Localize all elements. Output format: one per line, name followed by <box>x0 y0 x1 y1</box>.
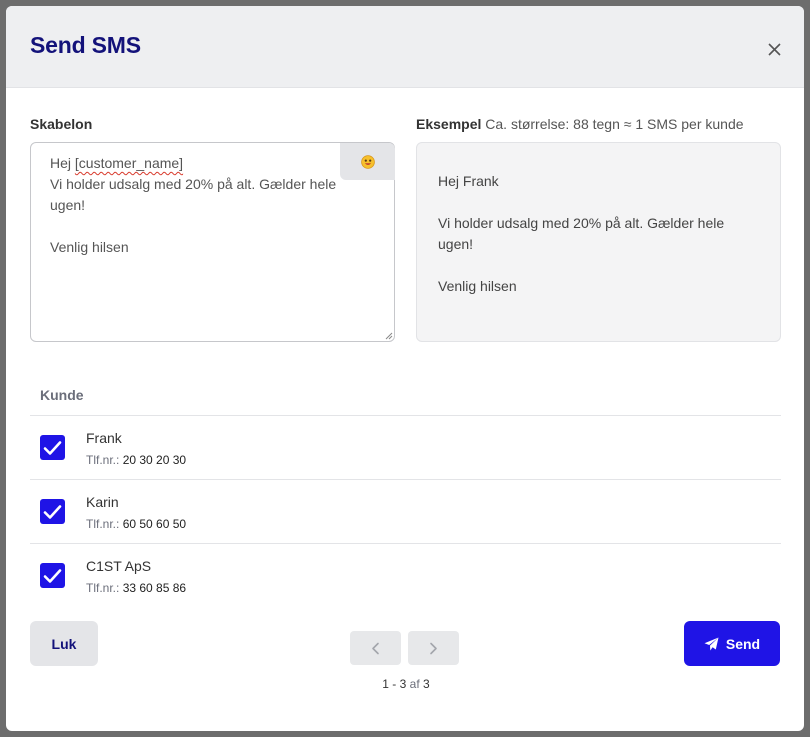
preview-heading: Eksempel Ca. størrelse: 88 tegn ≈ 1 SMS … <box>416 116 744 132</box>
emoji-icon <box>360 154 375 169</box>
column-header-customer[interactable]: Kunde <box>40 387 84 403</box>
close-button[interactable]: Luk <box>30 621 98 666</box>
preview-size-info: Ca. størrelse: 88 tegn ≈ 1 SMS per kunde <box>485 116 744 132</box>
checkmark-icon <box>43 568 62 583</box>
phone-label: Tlf.nr.: <box>86 581 120 595</box>
pagination-total: 3 <box>423 677 430 691</box>
customer-name: Karin <box>86 494 119 510</box>
customer-checkbox[interactable] <box>40 499 65 524</box>
customer-checkbox[interactable] <box>40 563 65 588</box>
template-label: Skabelon <box>30 116 93 132</box>
close-dialog-button[interactable] <box>761 36 787 62</box>
customer-row: Karin Tlf.nr.: 60 50 60 50 <box>30 480 781 544</box>
template-greeting: Hej <box>50 155 75 171</box>
resize-handle[interactable] <box>384 331 393 340</box>
sms-dialog: Send SMS Skabelon Hej [customer_name] Vi… <box>6 6 804 731</box>
paper-plane-icon <box>704 637 719 650</box>
emoji-picker-button[interactable] <box>340 143 395 180</box>
previous-page-button[interactable] <box>350 631 401 665</box>
customer-table-header: Kunde <box>30 378 781 416</box>
template-textarea[interactable]: Hej [customer_name] Vi holder udsalg med… <box>30 142 395 342</box>
close-icon <box>767 42 781 56</box>
phone-number: 60 50 60 50 <box>122 517 187 531</box>
chevron-right-icon <box>430 642 437 654</box>
phone-label: Tlf.nr.: <box>86 517 120 531</box>
chevron-left-icon <box>372 642 379 654</box>
checkmark-icon <box>43 440 62 455</box>
customer-phone: Tlf.nr.: 33 60 85 86 <box>86 581 186 595</box>
phone-number: 33 60 85 86 <box>122 581 187 595</box>
customer-phone: Tlf.nr.: 20 30 20 30 <box>86 453 186 467</box>
customer-name: C1ST ApS <box>86 558 152 574</box>
preview-box: Hej Frank Vi holder udsalg med 20% på al… <box>416 142 781 342</box>
customer-phone: Tlf.nr.: 60 50 60 50 <box>86 517 186 531</box>
template-text[interactable]: Hej [customer_name] Vi holder udsalg med… <box>50 153 340 258</box>
checkmark-icon <box>43 504 62 519</box>
template-body: Vi holder udsalg med 20% på alt. Gælder … <box>50 176 337 255</box>
send-button-label: Send <box>725 635 761 652</box>
customer-checkbox[interactable] <box>40 435 65 460</box>
preview-label: Eksempel <box>416 116 482 132</box>
phone-number: 20 30 20 30 <box>122 453 187 467</box>
customer-row: Frank Tlf.nr.: 20 30 20 30 <box>30 416 781 480</box>
dialog-title: Send SMS <box>30 32 141 58</box>
dialog-header: Send SMS <box>6 6 804 88</box>
pagination-range: 1 - 3 <box>382 677 407 691</box>
customer-name: Frank <box>86 430 122 446</box>
next-page-button[interactable] <box>408 631 459 665</box>
send-button[interactable]: Send <box>684 621 780 666</box>
pagination-of: af <box>409 677 420 691</box>
template-placeholder-token: [customer_name] <box>74 155 184 171</box>
customer-row: C1ST ApS Tlf.nr.: 33 60 85 86 <box>30 544 781 607</box>
pagination-info: 1 - 3 af 3 <box>336 677 476 691</box>
preview-text: Hej Frank Vi holder udsalg med 20% på al… <box>438 173 725 294</box>
phone-label: Tlf.nr.: <box>86 453 120 467</box>
